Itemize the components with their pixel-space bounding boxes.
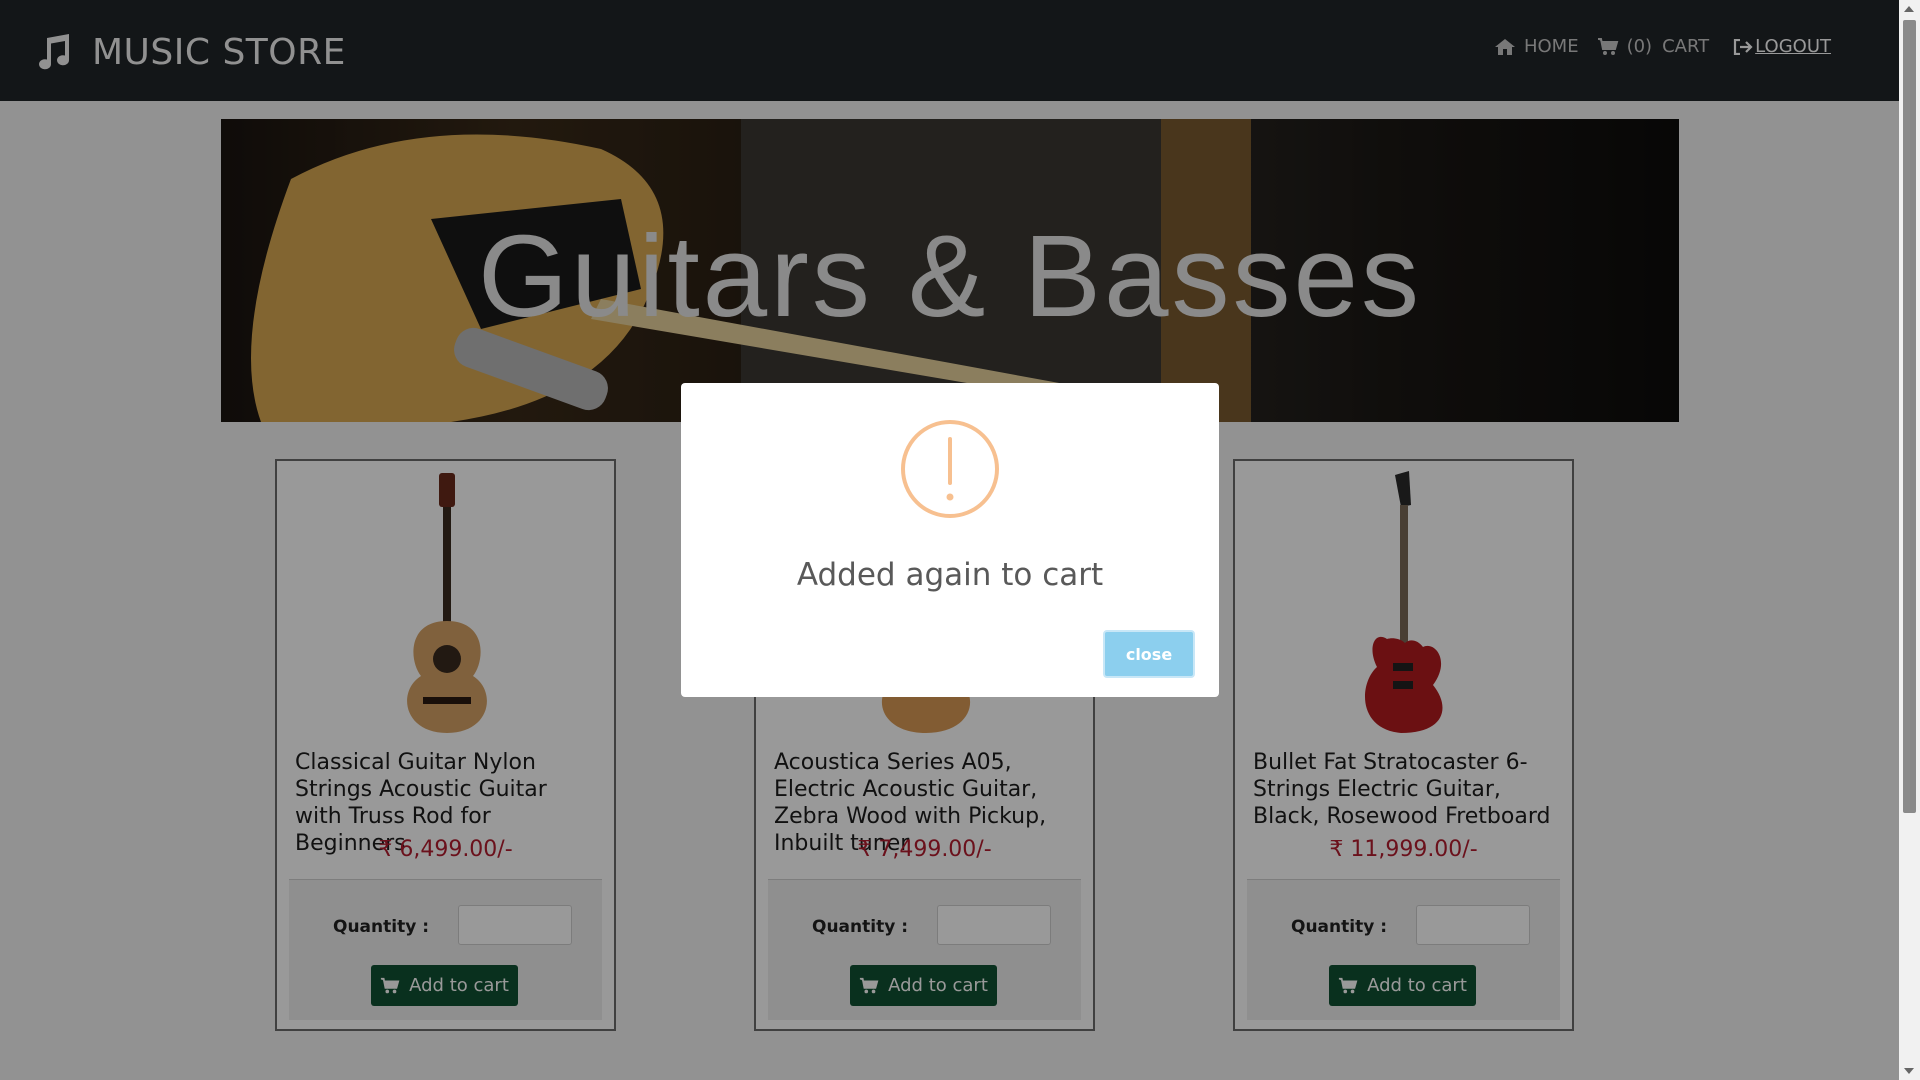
exclamation-circle-icon (901, 420, 999, 518)
alert-message: Added again to cart (796, 557, 1104, 593)
scroll-up-arrow[interactable] (1904, 6, 1914, 12)
scroll-thumb[interactable] (1903, 20, 1916, 813)
vertical-scrollbar[interactable] (1899, 0, 1920, 1080)
close-button[interactable]: close (1103, 630, 1195, 678)
scroll-down-arrow[interactable] (1904, 1068, 1914, 1074)
alert-dialog: Added again to cart close (681, 383, 1219, 697)
